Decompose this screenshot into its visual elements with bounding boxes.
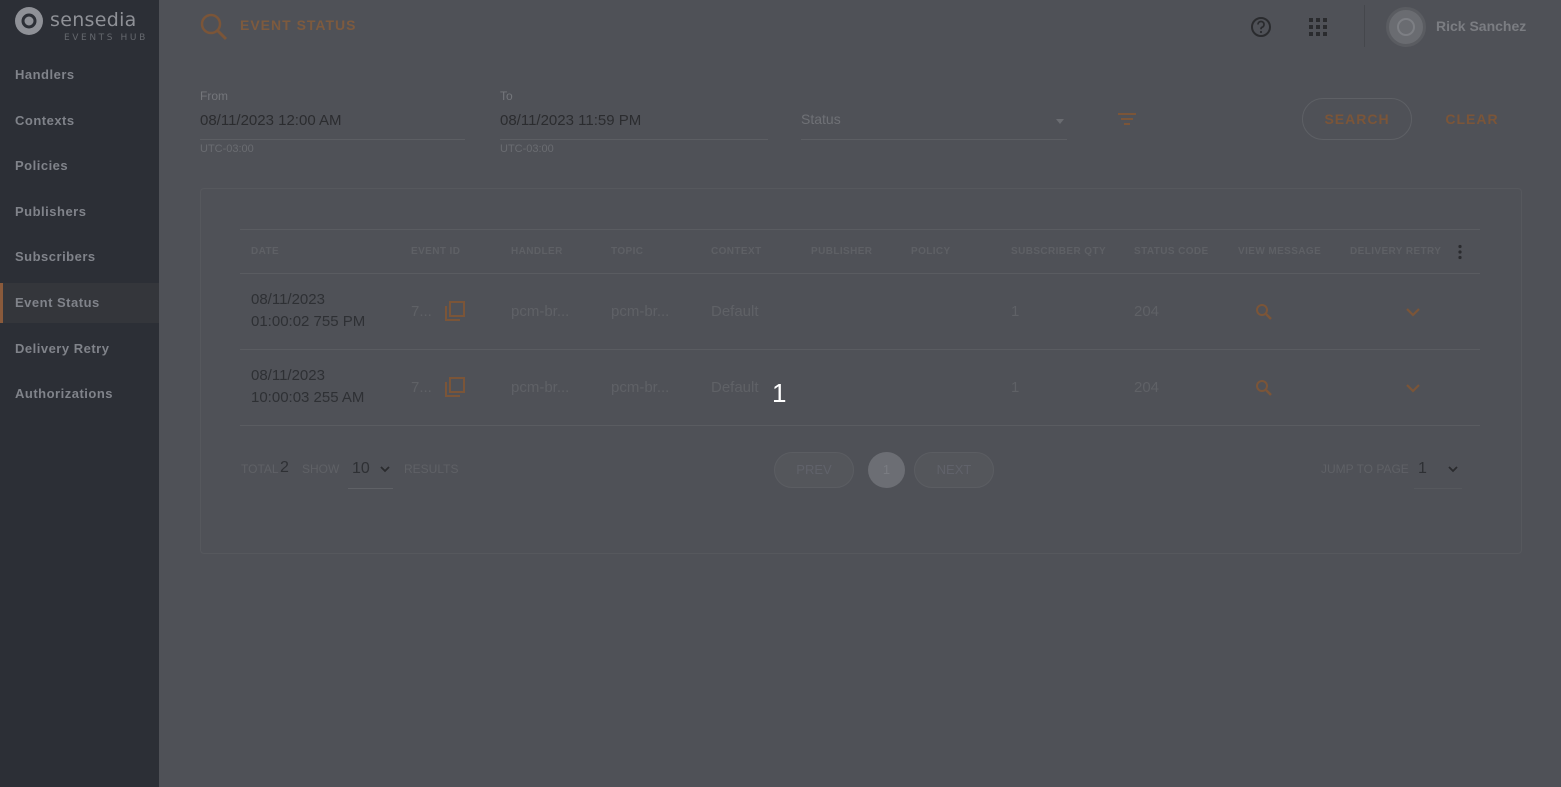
help-icon[interactable] — [1250, 16, 1272, 38]
column-header-subscriber-qty[interactable]: SUBSCRIBER QTY — [1011, 246, 1106, 257]
sidebar: sensedia EVENTS HUB Handlers Contexts Po… — [0, 0, 159, 787]
avatar[interactable] — [1386, 7, 1426, 47]
clear-button[interactable]: CLEAR — [1436, 98, 1508, 140]
results-label: RESULTS — [404, 462, 459, 476]
row-divider — [240, 425, 1480, 426]
more-vertical-icon[interactable] — [1456, 244, 1464, 260]
search-icon — [200, 13, 228, 41]
row-1-status-code: 204 — [1134, 303, 1160, 320]
to-timezone: UTC-03:00 — [500, 143, 554, 155]
prev-page-button[interactable]: PREV — [774, 452, 854, 488]
show-label: SHOW — [302, 462, 340, 476]
row-2-status-code: 204 — [1134, 379, 1160, 396]
column-header-context[interactable]: CONTEXT — [711, 246, 762, 257]
logo-subtitle: EVENTS HUB — [64, 33, 148, 43]
row-1-topic: pcm-br... — [611, 303, 670, 320]
copy-icon[interactable] — [444, 300, 466, 322]
sidebar-item-policies[interactable]: Policies — [0, 146, 159, 186]
column-header-topic[interactable]: TOPIC — [611, 246, 643, 257]
column-header-event-id[interactable]: EVENT ID — [411, 246, 460, 257]
chevron-down-icon[interactable] — [1405, 307, 1421, 317]
page-size-select[interactable]: 10 — [348, 454, 393, 489]
results-card — [200, 188, 1522, 554]
filter-icon[interactable] — [1117, 110, 1137, 128]
total-label: TOTAL — [241, 462, 279, 476]
sidebar-item-subscribers[interactable]: Subscribers — [0, 237, 159, 277]
sidebar-item-contexts[interactable]: Contexts — [0, 101, 159, 141]
view-message-search-icon[interactable] — [1255, 303, 1273, 321]
tour-step-number: 1 — [772, 378, 787, 408]
view-message-search-icon[interactable] — [1255, 379, 1273, 397]
to-date-input[interactable]: 08/11/2023 11:59 PM — [500, 112, 641, 129]
status-dropdown-caret-icon[interactable] — [1056, 119, 1064, 124]
table-row-1-date: 08/11/2023 01:00:02 755 PM — [251, 289, 365, 333]
chevron-down-icon — [1448, 466, 1458, 473]
from-label: From — [200, 89, 228, 103]
status-select[interactable]: Status — [801, 111, 841, 127]
row-2-handler: pcm-br... — [511, 379, 570, 396]
from-timezone: UTC-03:00 — [200, 143, 254, 155]
column-header-date[interactable]: DATE — [251, 246, 279, 257]
column-header-publisher[interactable]: PUBLISHER — [811, 246, 872, 257]
search-button[interactable]: SEARCH — [1302, 98, 1412, 140]
sidebar-item-delivery-retry[interactable]: Delivery Retry — [0, 329, 159, 369]
total-count: 2 — [280, 459, 289, 476]
to-label: To — [500, 89, 513, 103]
copy-icon[interactable] — [444, 376, 466, 398]
status-underline — [801, 139, 1067, 140]
row-2-topic: pcm-br... — [611, 379, 670, 396]
jump-to-page-label: JUMP TO PAGE — [1321, 462, 1409, 476]
next-page-button[interactable]: NEXT — [914, 452, 994, 488]
sensedia-logo-icon — [15, 7, 43, 35]
row-1-date-day: 08/11/2023 — [251, 291, 325, 308]
column-header-status-code[interactable]: STATUS CODE — [1134, 246, 1209, 257]
jump-to-page-value: 1 — [1418, 460, 1427, 477]
header-bottom-border — [240, 273, 1480, 274]
row-2-date-time: 10:00:03 255 AM — [251, 389, 365, 406]
from-date-input[interactable]: 08/11/2023 12:00 AM — [200, 112, 342, 129]
page-number-button[interactable]: 1 — [868, 452, 905, 488]
row-1-context: Default — [711, 303, 759, 320]
header-divider — [1364, 5, 1365, 47]
apps-grid-icon[interactable] — [1308, 17, 1328, 37]
jump-to-page-select[interactable]: 1 — [1414, 454, 1462, 489]
row-1-subscriber-qty: 1 — [1011, 303, 1020, 320]
column-header-handler[interactable]: HANDLER — [511, 246, 563, 257]
sidebar-item-handlers[interactable]: Handlers — [0, 55, 159, 95]
table-row-2-date: 08/11/2023 10:00:03 255 AM — [251, 365, 364, 409]
from-underline — [200, 139, 465, 140]
row-2-date-day: 08/11/2023 — [251, 367, 325, 384]
sidebar-item-publishers[interactable]: Publishers — [0, 192, 159, 232]
row-2-event-id: 7... — [411, 379, 432, 396]
sensedia-logo[interactable]: sensedia EVENTS HUB — [14, 6, 154, 46]
row-1-date-time: 01:00:02 755 PM — [251, 313, 366, 330]
sidebar-item-event-status[interactable]: Event Status — [0, 283, 159, 323]
page-size-value: 10 — [352, 460, 370, 477]
column-header-delivery-retry[interactable]: DELIVERY RETRY — [1350, 246, 1441, 257]
row-divider — [240, 349, 1480, 350]
column-header-view-message[interactable]: VIEW MESSAGE — [1238, 246, 1321, 257]
row-2-context: Default — [711, 379, 759, 396]
table-top-border — [240, 229, 1480, 230]
user-name[interactable]: Rick Sanchez — [1436, 18, 1526, 34]
row-1-handler: pcm-br... — [511, 303, 570, 320]
to-underline — [500, 139, 768, 140]
avatar-icon — [1397, 18, 1415, 36]
chevron-down-icon — [380, 466, 390, 473]
chevron-down-icon[interactable] — [1405, 383, 1421, 393]
row-2-subscriber-qty: 1 — [1011, 379, 1020, 396]
page-title: EVENT STATUS — [240, 17, 357, 33]
sidebar-item-authorizations[interactable]: Authorizations — [0, 374, 159, 414]
logo-brand-text: sensedia — [50, 9, 137, 31]
column-header-policy[interactable]: POLICY — [911, 246, 951, 257]
row-1-event-id: 7... — [411, 303, 432, 320]
